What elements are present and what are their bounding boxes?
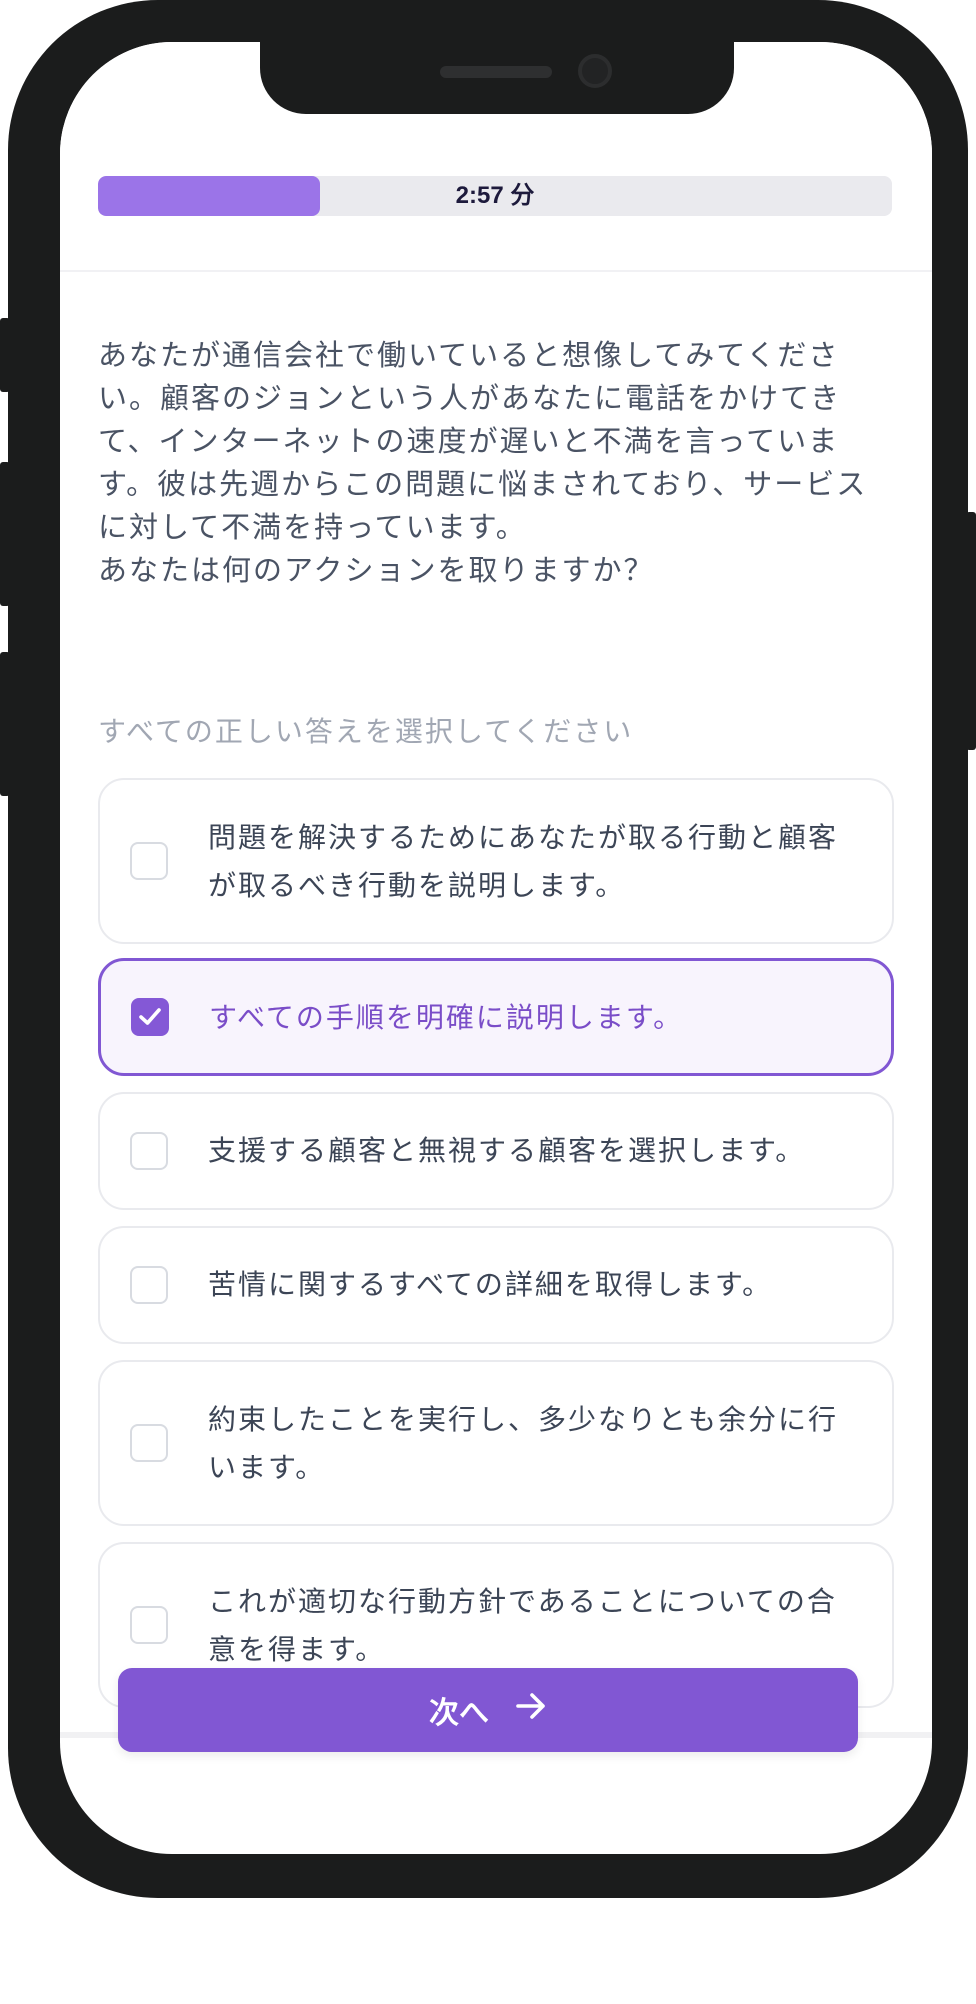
option-label: 問題を解決するためにあなたが取る行動と顧客が取るべき行動を説明します。: [208, 821, 839, 902]
option-1[interactable]: すべての手順を明確に説明します。: [98, 958, 894, 1076]
front-camera: [578, 54, 612, 88]
timer-label: 2:57 分: [455, 182, 535, 209]
check-icon: [139, 1008, 161, 1025]
option-2[interactable]: 支援する顧客と無視する顧客を選択します。: [98, 1092, 894, 1210]
phone-body: 2:57 分 あなたが通信会社で働いていると想像してみてください。顧客のジョンと…: [8, 0, 968, 1898]
notch: [260, 42, 734, 114]
arrow-right-icon: [515, 1691, 547, 1729]
checkbox[interactable]: [130, 842, 168, 880]
checkbox[interactable]: [130, 1424, 168, 1462]
speaker: [440, 66, 552, 78]
option-4[interactable]: 約束したことを実行し、多少なりとも余分に行います。: [98, 1360, 894, 1526]
progress-bar: 2:57 分: [98, 176, 892, 216]
screen: 2:57 分 あなたが通信会社で働いていると想像してみてください。顧客のジョンと…: [60, 42, 932, 1854]
question-text: あなたが通信会社で働いていると想像してみてください。顧客のジョンという人があなた…: [98, 338, 868, 587]
next-button-label: 次へ: [429, 1696, 489, 1731]
option-label: 支援する顧客と無視する顧客を選択します。: [208, 1134, 806, 1167]
option-label: すべての手順を明確に説明します。: [209, 1001, 684, 1034]
checkbox[interactable]: [130, 1132, 168, 1170]
option-3[interactable]: 苦情に関するすべての詳細を取得します。: [98, 1226, 894, 1344]
option-label: これが適切な行動方針であることについての合意を得ます。: [208, 1585, 837, 1666]
checkbox[interactable]: [130, 1266, 168, 1304]
option-label: 苦情に関するすべての詳細を取得します。: [208, 1268, 773, 1301]
checkbox-checked[interactable]: [131, 998, 169, 1036]
option-label: 約束したことを実行し、多少なりとも余分に行います。: [208, 1403, 839, 1484]
checkbox[interactable]: [130, 1606, 168, 1644]
instruction-text: すべての正しい答えを選択してください: [98, 715, 634, 748]
next-button[interactable]: 次へ: [118, 1668, 858, 1752]
option-0[interactable]: 問題を解決するためにあなたが取る行動と顧客が取るべき行動を説明します。: [98, 778, 894, 944]
